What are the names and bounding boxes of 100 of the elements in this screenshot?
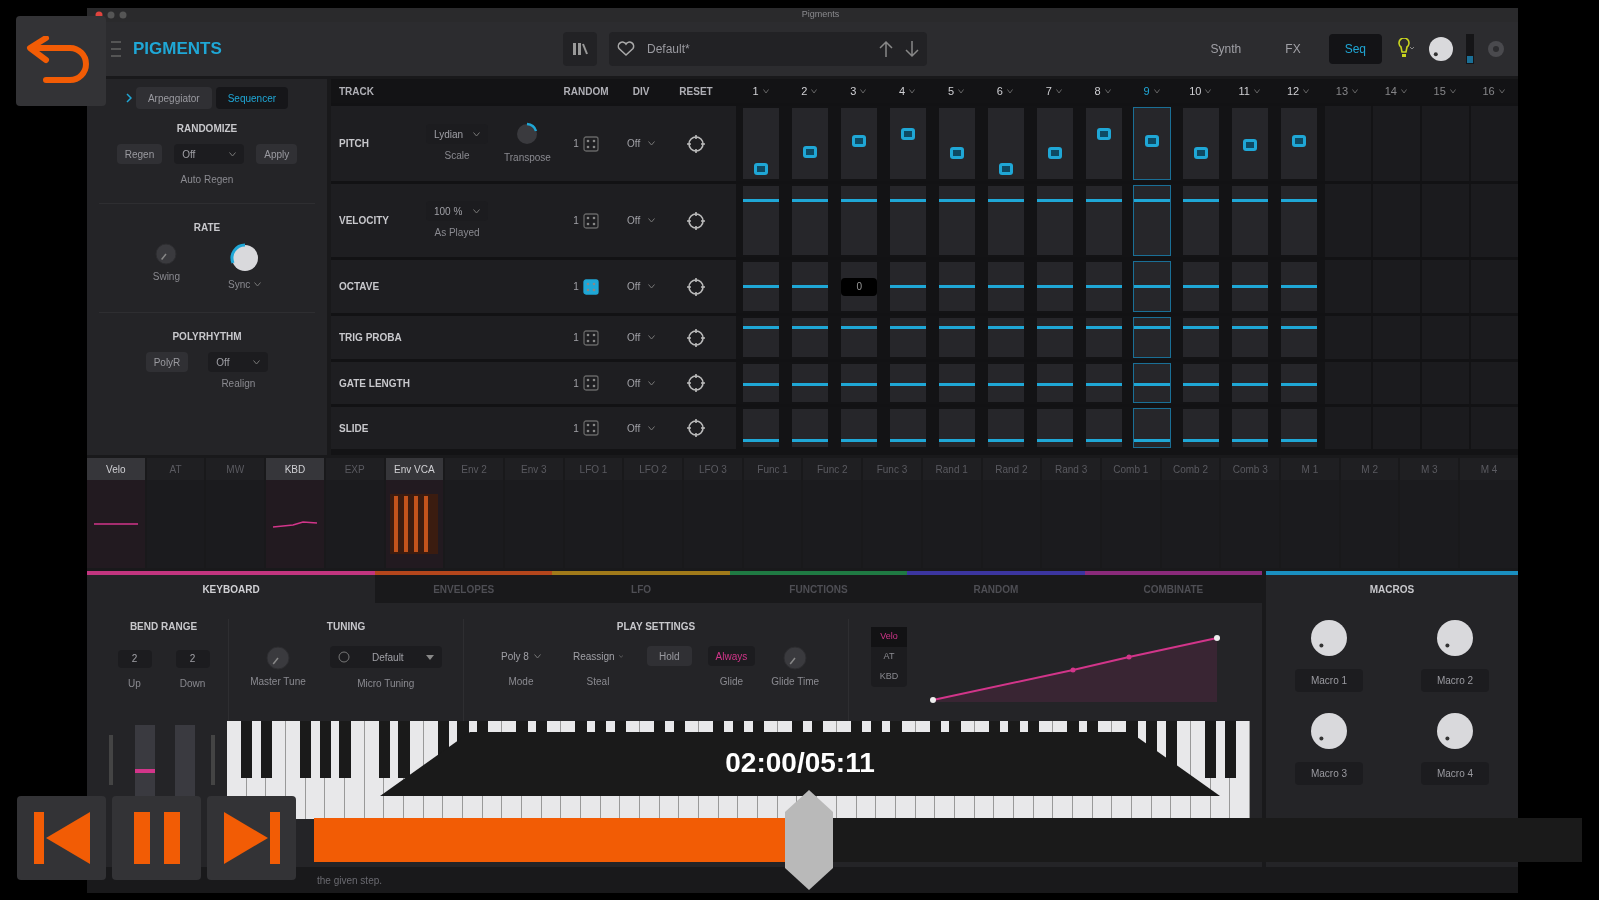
dropdown[interactable]: Off [174,144,245,164]
step-slider[interactable] [792,364,829,402]
knob[interactable] [515,122,540,146]
apply-button[interactable]: Apply [256,144,298,164]
step-slider[interactable] [890,409,927,447]
step-slider[interactable] [743,409,780,447]
dropdown[interactable]: Reassign [564,646,631,666]
step-slider[interactable] [743,364,780,402]
step-value-bar[interactable] [841,325,878,329]
step-value-bar[interactable] [1085,199,1122,203]
step-value-bar[interactable] [1036,382,1073,386]
step-slider[interactable] [938,186,975,255]
value-field[interactable]: 2 [175,650,210,668]
macro-name[interactable]: Macro 3 [1294,762,1364,785]
step-value-bar[interactable] [938,382,975,386]
step-number[interactable]: 10 [1189,82,1202,100]
reset-icon[interactable] [687,328,705,347]
step-slider[interactable] [890,108,927,179]
step-slider[interactable] [841,186,878,255]
polyrhythm-button[interactable]: PolyR [145,352,189,372]
arrow-down-icon[interactable] [905,40,919,58]
step-value-bar[interactable] [1183,325,1220,329]
step-number[interactable]: 14 [1384,82,1397,100]
step-slider[interactable] [1232,409,1269,447]
step-value-bar[interactable] [743,439,780,443]
step-slider[interactable] [890,364,927,402]
macro-name[interactable]: Macro 2 [1420,669,1490,692]
reset-icon[interactable] [687,134,705,153]
step-slider[interactable] [792,262,829,311]
step-slider[interactable] [743,108,780,179]
caret-icon[interactable] [811,88,818,94]
caret-icon[interactable] [1205,88,1212,94]
step-number[interactable]: 2 [801,82,808,100]
glide-mode-button[interactable]: Always [707,646,756,666]
step-value-bar[interactable] [841,439,878,443]
step-value-bar[interactable] [792,325,829,329]
step-slider[interactable] [1085,409,1122,447]
mod-source-tab[interactable]: KBD [266,458,324,480]
step-number[interactable]: 8 [1094,82,1101,100]
curve-source-tab[interactable]: AT [871,647,907,667]
step-slider[interactable] [1036,409,1073,447]
reset-icon[interactable] [687,374,705,392]
step-slider[interactable] [1281,364,1318,402]
knob[interactable] [1428,36,1454,62]
step-value-bar[interactable] [1134,439,1171,443]
caret-icon[interactable] [1400,88,1407,94]
step-value-bar[interactable] [890,284,927,288]
step-value-bar[interactable] [743,325,780,329]
dropdown[interactable]: Poly 8 [492,646,549,666]
step-slider[interactable] [841,318,878,357]
step-value-bar[interactable] [1281,199,1318,203]
step-value-bar[interactable] [1281,284,1318,288]
step-slider[interactable] [792,318,829,357]
dropdown[interactable]: Off [619,276,663,297]
step-slider[interactable] [743,186,780,255]
step-value-bar[interactable] [1085,439,1122,443]
step-number[interactable]: 9 [1143,82,1150,100]
step-slider[interactable] [1232,108,1269,179]
next-button[interactable] [207,796,296,880]
step-value-bar[interactable] [743,284,780,288]
step-value-bar[interactable] [938,325,975,329]
step-value-bar[interactable] [1281,382,1318,386]
step-slider[interactable] [841,108,878,179]
heart-icon[interactable] [617,41,635,57]
hold-button[interactable]: Hold [646,646,692,666]
step-slider[interactable] [841,409,878,447]
step-value-bar[interactable] [987,199,1024,203]
step-slider[interactable] [1036,364,1073,402]
dice-icon[interactable] [582,420,599,436]
step-value-bar[interactable] [792,284,829,288]
step-value-bar[interactable] [987,439,1024,443]
step-number[interactable]: 7 [1045,82,1052,100]
step-slider[interactable] [1281,108,1318,179]
step-slider[interactable] [1134,108,1171,179]
step-value-bar[interactable] [1232,325,1269,329]
step-number[interactable]: 4 [899,82,906,100]
step-value-bar[interactable] [743,382,780,386]
dice-icon[interactable] [582,212,599,229]
step-value-bar[interactable] [841,382,878,386]
step-slider[interactable] [1183,108,1220,179]
view-tab[interactable]: FX [1269,34,1317,64]
step-slider[interactable] [792,108,829,179]
step-value-bar[interactable] [743,199,780,203]
empty-step-cell[interactable] [1471,184,1518,257]
caret-icon[interactable] [1498,88,1505,94]
step-value-bar[interactable] [1183,382,1220,386]
empty-step-cell[interactable] [1471,106,1518,181]
step-slider[interactable] [890,186,927,255]
step-value-bar[interactable] [1036,325,1073,329]
step-number[interactable]: 6 [996,82,1003,100]
previous-button[interactable] [17,796,106,880]
step-value-bar[interactable] [1232,284,1269,288]
step-slider[interactable] [1281,409,1318,447]
step-slider[interactable] [938,364,975,402]
knob[interactable] [1310,619,1348,657]
step-value-bar[interactable] [938,199,975,203]
empty-step-cell[interactable] [1471,260,1518,313]
step-slider[interactable] [1183,262,1220,311]
caret-icon[interactable] [1253,88,1260,94]
caret-icon[interactable] [1303,88,1310,94]
